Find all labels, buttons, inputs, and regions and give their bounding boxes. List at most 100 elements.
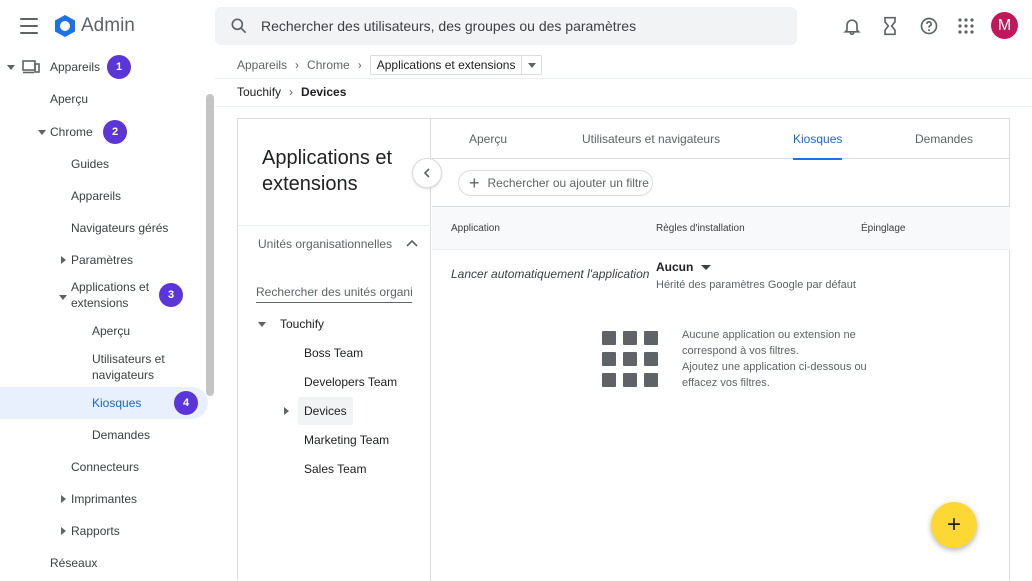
page-title: Applications et extensions [262, 147, 393, 195]
expand-caret-icon [61, 495, 66, 503]
hourglass-tasks-icon[interactable] [878, 14, 902, 38]
divider [215, 106, 1032, 107]
sidebar-item-navigateurs-geres[interactable]: Navigateurs gérés [0, 213, 208, 243]
install-rule-dropdown[interactable]: Aucun [656, 260, 712, 274]
empty-state-line: Aucune application ou extension ne corre… [682, 329, 856, 357]
ou-search-input[interactable] [256, 281, 412, 303]
sidebar-item-label: Réseaux [50, 556, 98, 570]
notifications-bell-icon[interactable] [840, 14, 864, 38]
tree-item-label: Boss Team [304, 346, 364, 360]
column-header-application: Application [451, 223, 500, 234]
sidebar-item-demandes[interactable]: Demandes [0, 420, 208, 450]
main-card: Applications et extensions Unités organi… [237, 118, 1010, 581]
chevron-up-icon[interactable] [406, 239, 418, 247]
divider [215, 78, 1032, 79]
apps-grid-icon[interactable] [954, 14, 978, 38]
chevron-right-icon: › [357, 58, 362, 72]
breadcrumb-current: Applications et extensions [376, 58, 516, 72]
breadcrumb-chrome[interactable]: Chrome [307, 58, 350, 72]
tab-apercu[interactable]: Aperçu [469, 119, 507, 159]
chevron-right-icon: › [289, 85, 294, 99]
filter-label: Rechercher ou ajouter un filtre [487, 176, 649, 190]
sidebar-item-label: Aperçu [92, 324, 131, 338]
step-badge: 1 [107, 55, 131, 79]
sidebar-item-label: Navigateurs gérés [71, 221, 169, 235]
column-header-epinglage: Épinglage [861, 223, 906, 234]
sidebar-item-guides[interactable]: Guides [0, 149, 208, 179]
tree-item-developers-team[interactable]: Developers Team [304, 368, 397, 396]
empty-state-line: Ajoutez une application ci-dessous ou ef… [682, 361, 867, 389]
sidebar-item-label: Paramètres [71, 253, 134, 267]
add-app-fab-button[interactable]: + [931, 502, 977, 548]
empty-state-message: Aucune application ou extension ne corre… [682, 327, 872, 391]
install-rule-value: Aucun [656, 260, 694, 274]
sidebar-item-utilisateurs-navigateurs[interactable]: Utilisateurs et navigateurs [0, 350, 208, 384]
tree-item-marketing-team[interactable]: Marketing Team [304, 426, 389, 454]
tree-item-label: Devices [304, 404, 347, 418]
chevron-right-icon: › [295, 58, 300, 72]
sidebar-item-chrome[interactable]: Chrome 2 [0, 117, 208, 147]
sidebar-item-chrome-appareils[interactable]: Appareils [0, 181, 208, 211]
expand-caret-icon [38, 129, 46, 135]
table-header: Application Règles d'installation Épingl… [432, 206, 1010, 250]
search-input[interactable] [261, 18, 781, 34]
plus-icon: + [469, 173, 480, 193]
divider [238, 225, 431, 226]
expand-caret-icon [61, 256, 66, 264]
sidebar-item-label: Guides [71, 157, 110, 171]
search-icon [231, 18, 247, 34]
expand-caret-icon [7, 64, 15, 70]
tree-item-devices[interactable]: Devices [298, 397, 353, 425]
dropdown-arrow-icon[interactable] [521, 56, 541, 74]
sidebar-item-parametres[interactable]: Paramètres [0, 245, 208, 275]
sidebar-item-label: Kiosques [92, 396, 142, 410]
tree-item-label: Touchify [280, 317, 325, 331]
breadcrumb-current-dropdown[interactable]: Applications et extensions [369, 55, 543, 75]
sidebar-item-connecteurs[interactable]: Connecteurs [0, 452, 208, 482]
tab-demandes[interactable]: Demandes [915, 119, 973, 159]
tree-item-touchify[interactable]: Touchify [258, 310, 324, 338]
main-menu-icon[interactable] [17, 14, 41, 38]
tab-kiosques[interactable]: Kiosques [793, 119, 843, 160]
tree-item-label: Marketing Team [304, 433, 390, 447]
app-title: Admin [81, 15, 135, 36]
sidebar-item-reseaux[interactable]: Réseaux [0, 548, 208, 578]
sidebar-scrollbar[interactable] [206, 94, 214, 396]
sidebar-item-label: Aperçu [50, 92, 89, 106]
top-bar: Admin M [0, 0, 1032, 52]
sidebar-item-kiosques[interactable]: Kiosques 4 [0, 387, 208, 419]
tree-item-label: Developers Team [304, 375, 398, 389]
account-avatar[interactable]: M [991, 12, 1018, 39]
global-search[interactable] [215, 7, 797, 45]
ou-breadcrumb: Touchify › Devices [237, 85, 346, 99]
sidebar-item-label: Applications et extensions [71, 280, 150, 310]
sidebar-item-apps-apercu[interactable]: Aperçu [0, 316, 208, 346]
help-icon[interactable] [917, 14, 941, 38]
breadcrumb-appareils[interactable]: Appareils [237, 58, 287, 72]
breadcrumb: Appareils › Chrome › Applications et ext… [237, 55, 543, 75]
sidebar-item-label: Utilisateurs et navigateurs [92, 352, 165, 382]
sidebar-item-apercu[interactable]: Aperçu [0, 84, 208, 114]
tab-bar: Aperçu Utilisateurs et navigateurs Kiosq… [432, 119, 1010, 160]
sidebar-item-label: Appareils [50, 60, 101, 74]
sidebar-item-applications-extensions[interactable]: Applications et extensions 3 [0, 278, 208, 312]
sidebar-item-appareils[interactable]: Appareils 1 [0, 52, 208, 82]
inherit-note: Hérité des paramètres Google par défaut [656, 279, 856, 291]
tree-item-sales-team[interactable]: Sales Team [304, 455, 366, 483]
expand-caret-icon [258, 321, 266, 327]
add-filter-button[interactable]: + Rechercher ou ajouter un filtre [458, 170, 653, 196]
collapse-panel-button[interactable] [412, 158, 442, 188]
ou-section-header[interactable]: Unités organisationnelles [258, 237, 392, 251]
sidebar-item-label: Imprimantes [71, 492, 138, 506]
step-badge: 3 [159, 283, 183, 307]
sidebar-nav: Appareils 1 Aperçu Chrome 2 Guides Appar… [0, 52, 215, 580]
ou-breadcrumb-root[interactable]: Touchify [237, 85, 281, 99]
sidebar-item-label: Chrome [50, 125, 93, 139]
expand-caret-icon[interactable] [284, 407, 289, 415]
tree-item-boss-team[interactable]: Boss Team [304, 339, 363, 367]
tab-utilisateurs-navigateurs[interactable]: Utilisateurs et navigateurs [582, 119, 720, 159]
tree-item-label: Sales Team [304, 462, 367, 476]
sidebar-item-imprimantes[interactable]: Imprimantes [0, 484, 208, 514]
sidebar-item-label: Rapports [71, 524, 120, 538]
sidebar-item-rapports[interactable]: Rapports [0, 516, 208, 546]
